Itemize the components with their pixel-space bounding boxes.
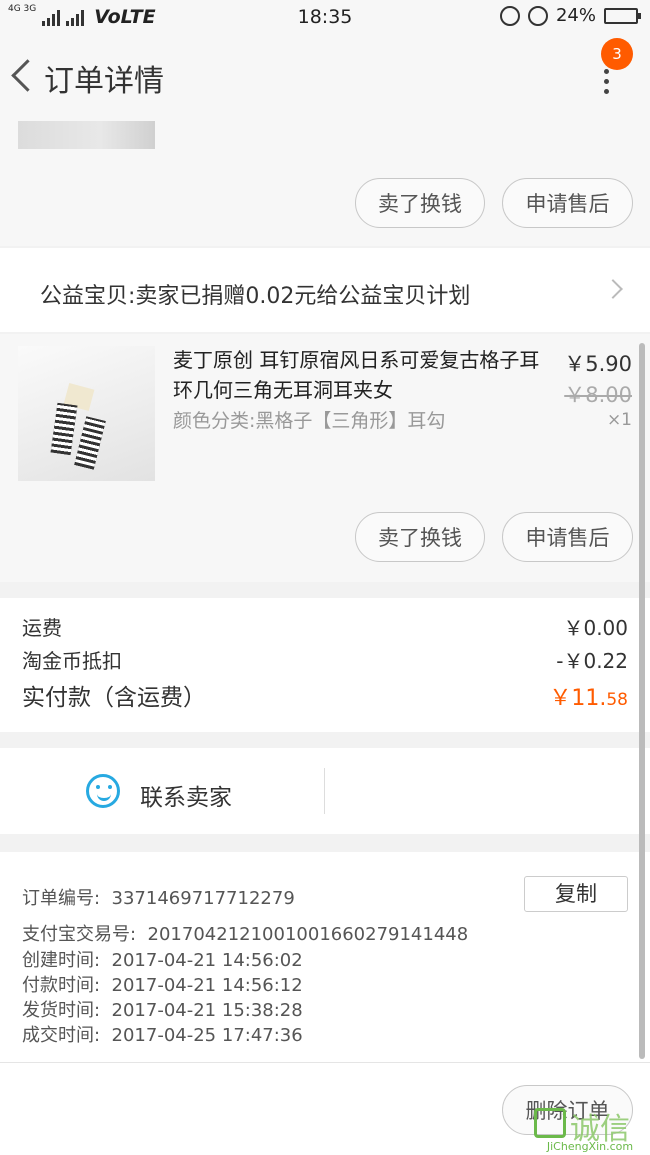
tassel-left xyxy=(50,402,78,456)
order-no-label: 订单编号: xyxy=(22,888,101,909)
watermark-logo-icon xyxy=(534,1108,566,1138)
status-bar: 4G 3G VoLTE 18:35 24% xyxy=(0,0,650,34)
created-time: 2017-04-21 14:56:02 xyxy=(111,950,303,971)
divider xyxy=(324,768,325,814)
paid-value: ￥11.58 xyxy=(549,680,628,712)
coin-label: 淘金币抵扣 xyxy=(22,649,122,673)
contact-seller-button[interactable]: 联系卖家 xyxy=(140,778,232,812)
created-row: 创建时间: 2017-04-21 14:56:02 xyxy=(22,946,303,972)
shipped-label: 发货时间: xyxy=(22,1000,101,1021)
product-thumbnail-1[interactable] xyxy=(18,121,155,149)
back-icon[interactable] xyxy=(8,56,38,96)
copy-button[interactable]: 复制 xyxy=(524,876,628,912)
completed-row: 成交时间: 2017-04-25 17:47:36 xyxy=(22,1021,303,1047)
completed-time: 2017-04-25 17:47:36 xyxy=(111,1025,303,1046)
battery-icon xyxy=(604,7,641,24)
product-price: ￥5.90 xyxy=(564,352,632,376)
paid-time-label: 付款时间: xyxy=(22,975,101,996)
shipped-time: 2017-04-21 15:38:28 xyxy=(111,1000,303,1021)
shipped-row: 发货时间: 2017-04-21 15:38:28 xyxy=(22,996,303,1022)
page-title: 订单详情 xyxy=(44,64,164,99)
sell-button-2[interactable]: 卖了换钱 xyxy=(355,512,485,562)
watermark: 诚信 JiChengXin.com xyxy=(530,1104,650,1155)
scrollbar[interactable] xyxy=(639,343,645,1059)
shipping-value: ￥0.00 xyxy=(563,616,628,640)
shipping-label: 运费 xyxy=(22,616,62,640)
product-title[interactable]: 麦丁原创 耳钉原宿风日系可爱复古格子耳环几何三角无耳洞耳夹女 xyxy=(173,345,558,405)
battery-percent: 24% xyxy=(555,5,596,26)
sell-button-1[interactable]: 卖了换钱 xyxy=(355,178,485,228)
order-no: 3371469717712279 xyxy=(111,888,295,909)
product-thumbnail-2[interactable] xyxy=(18,346,155,481)
alipay-label: 支付宝交易号: xyxy=(22,924,137,945)
alipay-row: 支付宝交易号: 2017042121001001660279141448 xyxy=(22,920,468,946)
notification-badge: 3 xyxy=(601,38,633,70)
nav-bar: 订单详情 3 xyxy=(0,34,650,118)
tassel-right xyxy=(74,416,106,470)
alipay-no: 2017042121001001660279141448 xyxy=(147,924,469,945)
charity-text: 公益宝贝:卖家已捐赠0.02元给公益宝贝计划 xyxy=(40,284,471,309)
chevron-right-icon xyxy=(603,279,623,299)
after-sale-button-2[interactable]: 申请售后 xyxy=(502,512,633,562)
product-sku: 颜色分类:黑格子【三角形】耳勾 xyxy=(173,410,446,432)
status-right: 24% xyxy=(499,5,641,26)
chat-smile-icon[interactable] xyxy=(86,774,120,808)
order-no-row: 订单编号: 3371469717712279 xyxy=(22,884,295,910)
paid-label: 实付款（含运费） xyxy=(22,685,206,711)
coin-value: -￥0.22 xyxy=(556,649,628,673)
paid-main: ￥11. xyxy=(549,686,607,711)
after-sale-button-1[interactable]: 申请售后 xyxy=(502,178,633,228)
product-original-price: ￥8.00 xyxy=(564,383,632,407)
rotation-lock-icon xyxy=(499,5,520,26)
created-label: 创建时间: xyxy=(22,950,101,971)
contact-section: 联系卖家 xyxy=(0,748,650,834)
completed-label: 成交时间: xyxy=(22,1025,101,1046)
paid-row: 付款时间: 2017-04-21 14:56:12 xyxy=(22,971,303,997)
product-quantity: ×1 xyxy=(606,410,632,430)
order-info: 订单编号: 3371469717712279 复制 支付宝交易号: 201704… xyxy=(0,852,650,1062)
order-item-1: 卖了换钱 申请售后 xyxy=(0,118,650,246)
charity-row[interactable]: 公益宝贝:卖家已捐赠0.02元给公益宝贝计划 xyxy=(0,248,650,332)
paid-time: 2017-04-21 14:56:12 xyxy=(111,975,303,996)
fee-summary: 运费 ￥0.00 淘金币抵扣 -￥0.22 实付款（含运费） ￥11.58 xyxy=(0,598,650,732)
alarm-icon xyxy=(527,5,548,26)
watermark-sub: JiChengXin.com xyxy=(546,1140,634,1153)
paid-cents: 58 xyxy=(606,690,628,710)
